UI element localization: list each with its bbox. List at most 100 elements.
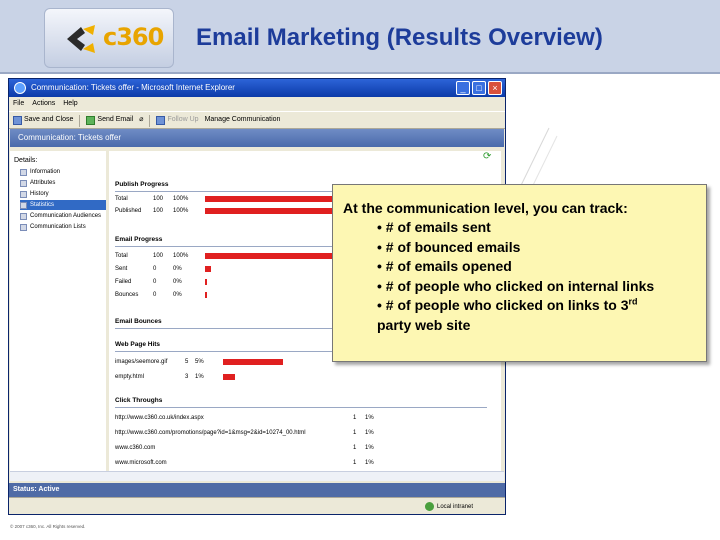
send-email-button[interactable]: Send Email [86, 112, 133, 128]
nav-item-label: Attributes [30, 180, 56, 186]
click-through-row: http://www.c360.co.uk/index.aspx 1 1% [115, 413, 487, 424]
nav-item-communication-audiences[interactable]: Communication Audiences [20, 211, 106, 221]
row-count: 5 [185, 359, 189, 365]
row-label: Bounces [115, 292, 139, 298]
click-through-row: www.c360.com 1 1% [115, 443, 487, 454]
copyright-footer: © 2007 c360, Inc. All Rights reserved. [10, 524, 86, 529]
nav-item-label: History [30, 191, 49, 197]
callout-item: • # of bounced emails [377, 238, 521, 255]
ie-icon [14, 82, 26, 94]
paperclip-icon: ⌀ [139, 116, 144, 123]
callout-item-continued: party web site [377, 316, 471, 333]
save-and-close-button[interactable]: Save and Close [13, 112, 73, 128]
row-pct: 100% [173, 196, 189, 202]
click-through-row: www.microsoft.com 1 1% [115, 458, 487, 469]
row-count: 0 [153, 279, 157, 285]
c360-logo: c360 [44, 8, 174, 68]
statistics-icon [20, 201, 27, 209]
send-email-icon [86, 115, 96, 125]
callout-superscript: rd [628, 296, 638, 307]
ie-status-bar: Local intranet [9, 497, 505, 514]
row-pct: 0% [173, 279, 182, 285]
row-pct: 1% [365, 460, 374, 466]
save-icon [13, 115, 22, 125]
header-band: c360 Email Marketing (Results Overview) [0, 0, 720, 74]
slide-title: Email Marketing (Results Overview) [196, 24, 603, 51]
progress-bar [205, 279, 207, 285]
row-pct: 1% [195, 374, 204, 380]
attributes-icon [20, 179, 27, 187]
lists-icon [20, 223, 27, 231]
click-through-url[interactable]: http://www.c360.co.uk/index.aspx [115, 413, 204, 424]
nav-item-history[interactable]: History [20, 189, 106, 199]
row-label: Total [115, 253, 128, 259]
click-through-url[interactable]: http://www.c360.com/promotions/page?id=1… [115, 428, 343, 439]
row-count: 100 [153, 208, 164, 214]
nav-item-information[interactable]: Information [20, 167, 106, 177]
row-label: Total [115, 196, 128, 202]
row-count: 3 [185, 374, 189, 380]
history-icon [20, 190, 27, 198]
nav-item-label: Statistics [30, 202, 55, 208]
window-controls: _ □ × [456, 81, 502, 95]
row-pct: 100% [173, 208, 189, 214]
row-label: empty.html [115, 374, 144, 380]
toolbar: Save and Close Send Email ⌀ Follow Up Ma… [9, 111, 505, 129]
row-pct: 0% [173, 266, 182, 272]
click-through-row: http://www.c360.com/promotions/page?id=1… [115, 428, 487, 439]
progress-bar [205, 292, 207, 298]
callout-item-text: • # of people who clicked on links to 3 [377, 297, 629, 313]
menu-actions[interactable]: Actions [32, 97, 55, 111]
row-pct: 1% [365, 415, 374, 421]
nav-item-attributes[interactable]: Attributes [20, 178, 106, 188]
progress-bar [223, 374, 235, 380]
follow-up-icon [156, 115, 166, 125]
maximize-button[interactable]: □ [472, 81, 486, 95]
window-titlebar[interactable]: Communication: Tickets offer - Microsoft… [9, 79, 505, 97]
save-and-close-label: Save and Close [24, 116, 74, 123]
row-pct: 1% [365, 445, 374, 451]
toolbar-separator [79, 115, 81, 127]
refresh-icon[interactable]: ⟳ [483, 151, 491, 162]
logo-chevron-icon [67, 25, 95, 53]
manage-communication-label: Manage Communication [204, 116, 281, 123]
logo-text: c360 [103, 23, 164, 51]
click-through-url[interactable]: www.microsoft.com [115, 458, 167, 469]
attach-button[interactable]: ⌀ [139, 112, 143, 128]
window-title: Communication: Tickets offer - Microsoft… [31, 83, 235, 92]
row-pct: 5% [195, 359, 204, 365]
page-header: Communication: Tickets offer [10, 129, 504, 147]
click-through-url[interactable]: www.c360.com [115, 443, 155, 454]
row-pct: 0% [173, 292, 182, 298]
publish-progress-heading: Publish Progress [115, 181, 169, 188]
nav-item-communication-lists[interactable]: Communication Lists [20, 222, 106, 232]
click-throughs-heading: Click Throughs [115, 397, 163, 404]
section-divider [115, 407, 487, 408]
follow-up-label: Follow Up [167, 116, 199, 123]
horizontal-scrollbar[interactable] [10, 471, 504, 481]
menu-file[interactable]: File [13, 97, 24, 111]
progress-bar [223, 359, 283, 365]
callout-lead: At the communication level, you can trac… [343, 200, 628, 216]
callout-item: • # of people who clicked on links to 3r… [377, 296, 696, 316]
audiences-icon [20, 212, 27, 220]
toolbar-separator [149, 115, 151, 127]
row-label: Failed [115, 279, 132, 285]
nav-root-label: Details: [14, 157, 38, 164]
callout-item: • # of people who clicked on internal li… [377, 277, 655, 294]
minimize-button[interactable]: _ [456, 81, 470, 95]
follow-up-button[interactable]: Follow Up [156, 112, 199, 128]
nav-item-label: Information [30, 169, 61, 175]
nav-item-label: Communication Audiences [30, 213, 102, 219]
menu-help[interactable]: Help [63, 97, 77, 111]
row-label: Published [115, 208, 142, 214]
callout-list: • # of emails sent • # of bounced emails… [377, 218, 696, 335]
close-button[interactable]: × [488, 81, 502, 95]
nav-item-statistics[interactable]: Statistics [20, 200, 106, 210]
row-pct: 1% [365, 430, 374, 436]
row-pct: 100% [173, 253, 189, 259]
information-icon [20, 168, 27, 176]
row-count: 0 [153, 292, 157, 298]
row-count: 0 [153, 266, 157, 272]
manage-communication-button[interactable]: Manage Communication [205, 112, 281, 128]
